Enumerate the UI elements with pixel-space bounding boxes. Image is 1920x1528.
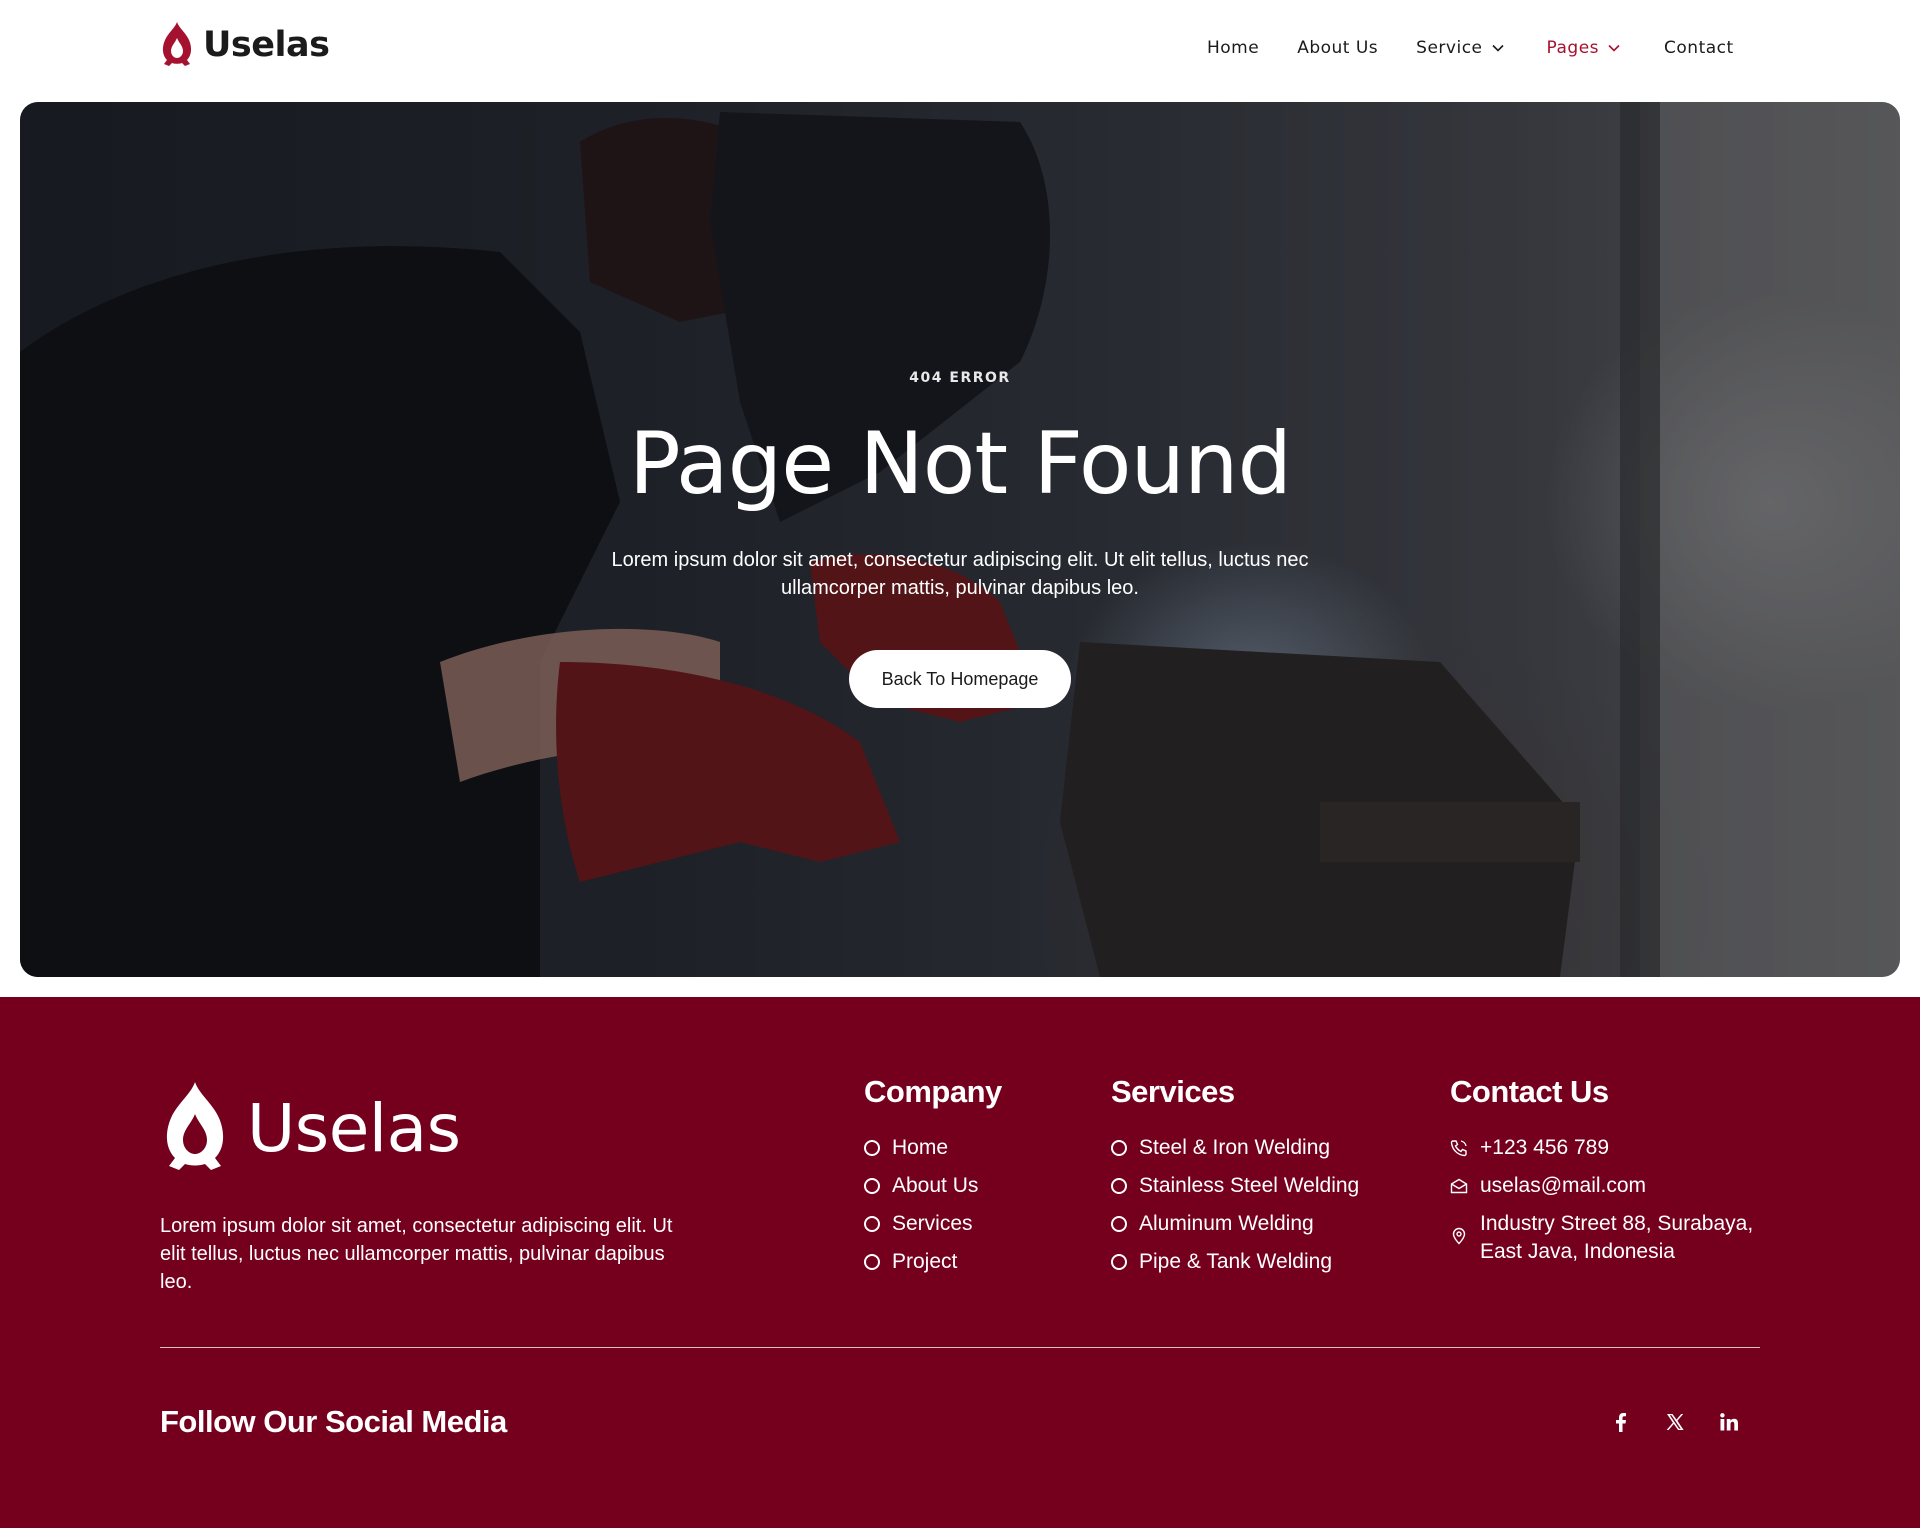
flame-gear-icon: [166, 1082, 224, 1170]
footer-link-label: Project: [892, 1250, 958, 1273]
follow-social-heading: Follow Our Social Media: [160, 1404, 507, 1439]
x-icon[interactable]: [1664, 1411, 1686, 1433]
phone-icon: [1450, 1140, 1467, 1157]
hero-banner: 404 ERROR Page Not Found Lorem ipsum dol…: [20, 102, 1900, 977]
nav-service-label: Service: [1416, 38, 1483, 58]
footer-link-steel-iron-welding[interactable]: Steel & Iron Welding: [1111, 1134, 1359, 1162]
site-header: Uselas Home About Us Service Pages Conta…: [0, 0, 1920, 102]
nav-home-label: Home: [1207, 38, 1260, 58]
hero-content: 404 ERROR Page Not Found Lorem ipsum dol…: [20, 102, 1900, 977]
footer-contact-column: Contact Us +123 456 789 uselas@mail.com …: [1450, 1074, 1770, 1276]
circle-bullet-icon: [864, 1178, 880, 1194]
site-footer: Uselas Lorem ipsum dolor sit amet, conse…: [0, 997, 1920, 1528]
footer-services-heading: Services: [1111, 1074, 1235, 1109]
footer-contact-list: +123 456 789 uselas@mail.com Industry St…: [1450, 1134, 1770, 1266]
error-code-label: 404 ERROR: [909, 370, 1011, 386]
footer-description: Lorem ipsum dolor sit amet, consectetur …: [160, 1215, 673, 1293]
social-links: [1610, 1411, 1740, 1433]
brand-name: Uselas: [203, 25, 330, 65]
circle-bullet-icon: [1111, 1216, 1127, 1232]
footer-link-pipe-tank-welding[interactable]: Pipe & Tank Welding: [1111, 1248, 1359, 1276]
footer-company-list: Home About Us Services Project: [864, 1134, 1002, 1276]
contact-address-text: Industry Street 88, Surabaya, East Java,…: [1480, 1212, 1754, 1263]
hero-description: Lorem ipsum dolor sit amet, consectetur …: [611, 549, 1309, 599]
nav-contact[interactable]: Contact: [1664, 38, 1734, 58]
footer-contact-heading: Contact Us: [1450, 1074, 1609, 1109]
circle-bullet-icon: [864, 1140, 880, 1156]
footer-divider: [160, 1347, 1760, 1348]
main-nav: Home About Us Service Pages Contact: [1207, 38, 1734, 58]
linkedin-icon[interactable]: [1718, 1411, 1740, 1433]
footer-company-heading: Company: [864, 1074, 1002, 1109]
circle-bullet-icon: [864, 1254, 880, 1270]
nav-contact-label: Contact: [1664, 38, 1734, 58]
facebook-icon[interactable]: [1610, 1411, 1632, 1433]
contact-phone[interactable]: +123 456 789: [1450, 1134, 1770, 1162]
footer-services-column: Services Steel & Iron Welding Stainless …: [1111, 1074, 1359, 1286]
nav-home[interactable]: Home: [1207, 38, 1259, 58]
footer-link-label: Aluminum Welding: [1139, 1212, 1314, 1235]
brand-logo[interactable]: Uselas: [159, 20, 330, 70]
page-title: Page Not Found: [628, 414, 1292, 514]
nav-pages[interactable]: Pages: [1547, 38, 1622, 58]
flame-gear-icon: [162, 22, 192, 66]
footer-link-project[interactable]: Project: [864, 1248, 1002, 1276]
footer-services-list: Steel & Iron Welding Stainless Steel Wel…: [1111, 1134, 1359, 1276]
footer-link-aluminum-welding[interactable]: Aluminum Welding: [1111, 1210, 1359, 1238]
footer-link-label: Pipe & Tank Welding: [1139, 1250, 1333, 1273]
chevron-down-icon: [1491, 44, 1504, 52]
footer-link-label: Services: [892, 1212, 973, 1235]
back-to-homepage-button[interactable]: Back To Homepage: [849, 650, 1071, 708]
contact-phone-text: +123 456 789: [1480, 1136, 1610, 1159]
footer-link-label: Steel & Iron Welding: [1139, 1136, 1331, 1159]
footer-link-services[interactable]: Services: [864, 1210, 1002, 1238]
nav-service[interactable]: Service: [1416, 38, 1504, 58]
nav-about-us[interactable]: About Us: [1297, 38, 1378, 58]
footer-link-label: Home: [892, 1136, 949, 1159]
location-pin-icon: [1452, 1227, 1466, 1245]
footer-brand-logo[interactable]: Uselas: [159, 1077, 461, 1179]
nav-about-label: About Us: [1297, 38, 1379, 58]
footer-link-stainless-steel-welding[interactable]: Stainless Steel Welding: [1111, 1172, 1359, 1200]
footer-link-home[interactable]: Home: [864, 1134, 1002, 1162]
footer-link-label: About Us: [892, 1174, 979, 1197]
footer-link-about-us[interactable]: About Us: [864, 1172, 1002, 1200]
mail-icon: [1450, 1178, 1468, 1194]
footer-company-column: Company Home About Us Services Project: [864, 1074, 1002, 1286]
footer-brand-name: Uselas: [247, 1089, 461, 1167]
contact-email-text: uselas@mail.com: [1480, 1174, 1647, 1197]
contact-email[interactable]: uselas@mail.com: [1450, 1172, 1770, 1200]
circle-bullet-icon: [1111, 1254, 1127, 1270]
circle-bullet-icon: [1111, 1178, 1127, 1194]
footer-link-label: Stainless Steel Welding: [1139, 1174, 1360, 1197]
chevron-down-icon: [1608, 44, 1620, 52]
nav-pages-label: Pages: [1546, 38, 1600, 58]
circle-bullet-icon: [864, 1216, 880, 1232]
contact-address: Industry Street 88, Surabaya, East Java,…: [1450, 1210, 1770, 1266]
circle-bullet-icon: [1111, 1140, 1127, 1156]
